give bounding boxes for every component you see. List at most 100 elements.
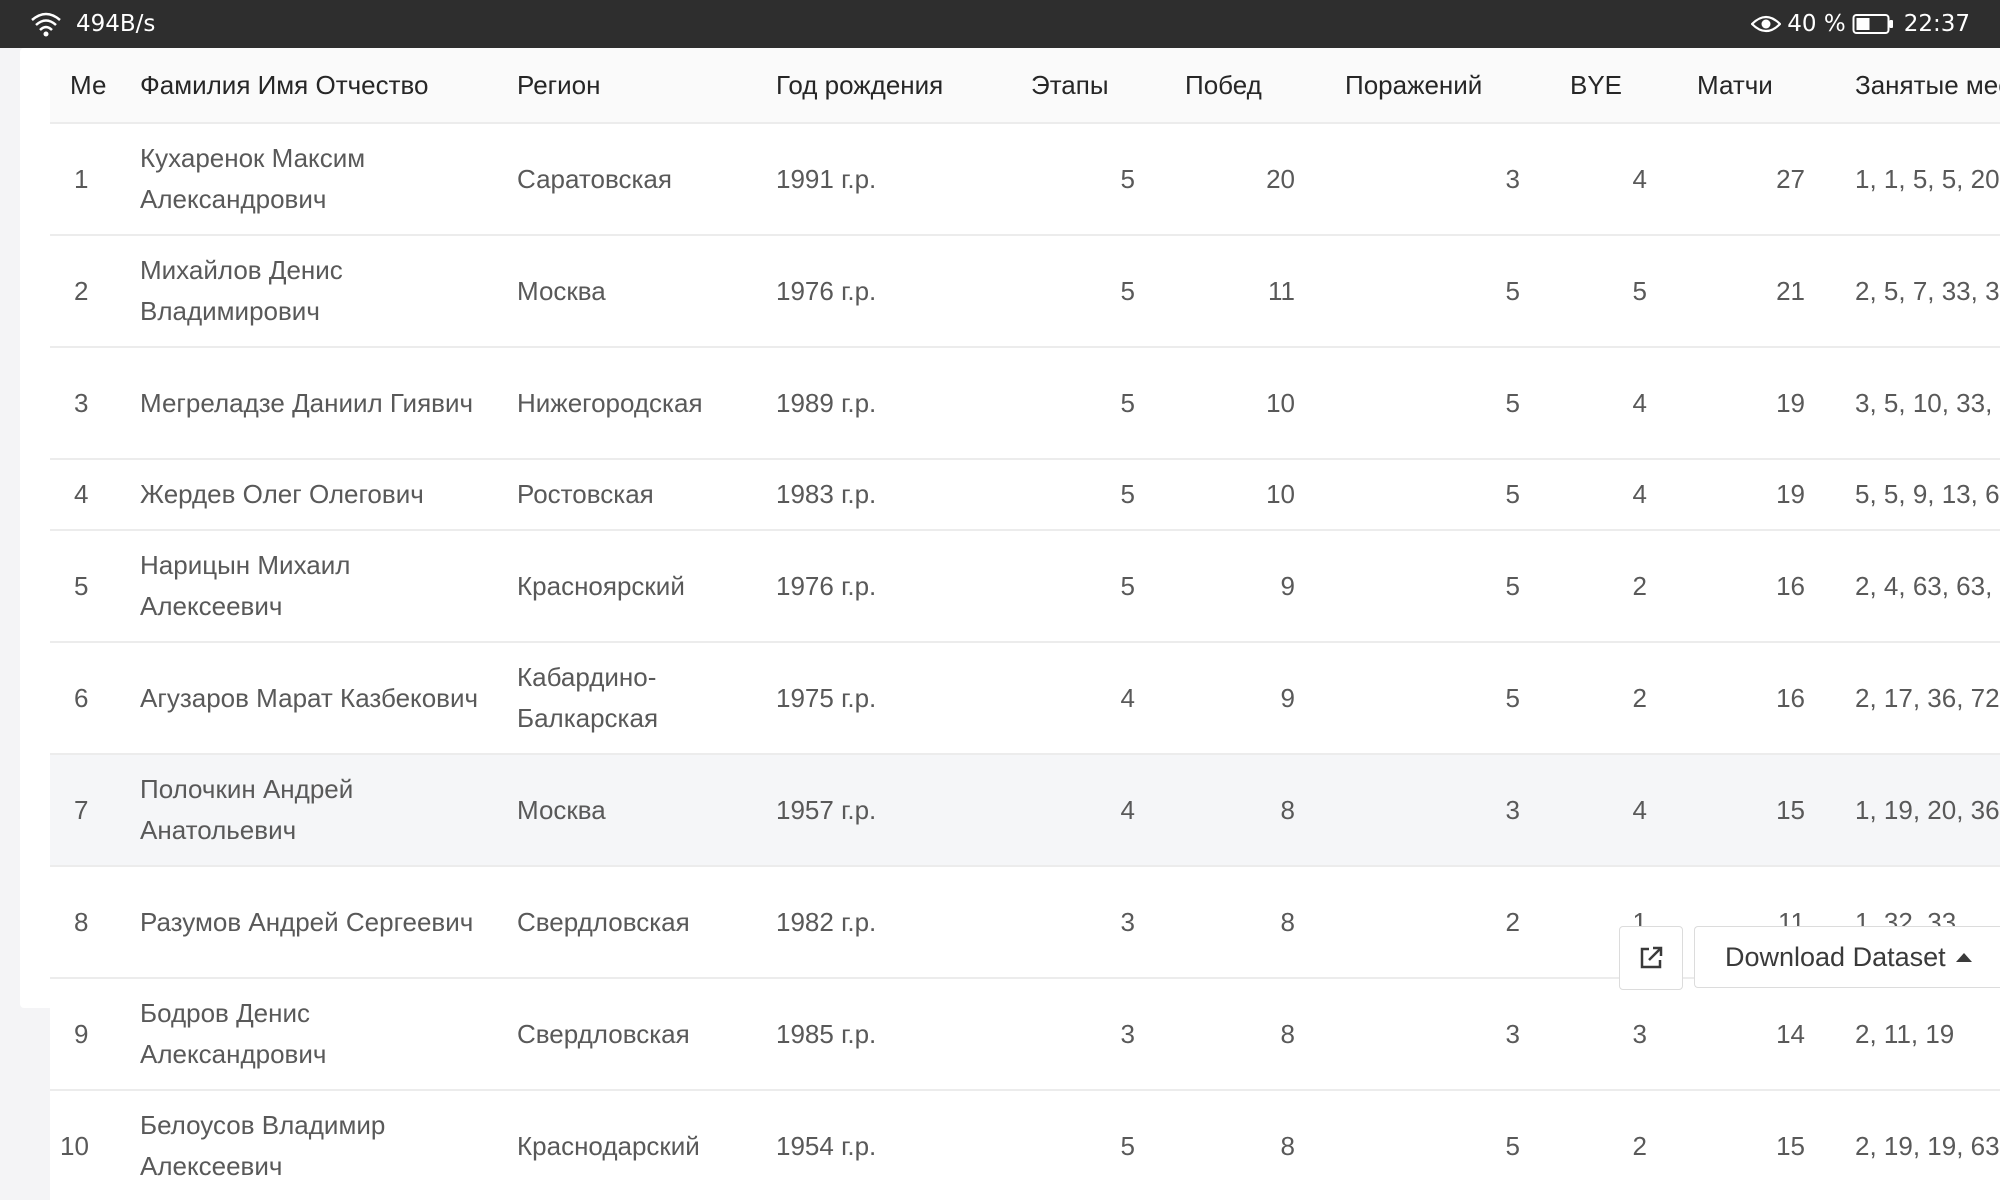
cell-birth-year: 1954 г.р. — [766, 1090, 1021, 1200]
cell-matches: 16 — [1687, 530, 1845, 643]
cell-bye: 5 — [1560, 235, 1687, 348]
table-row[interactable]: 1 Кухаренок Максим Александрович Саратов… — [50, 123, 2000, 236]
header-region[interactable]: Регион — [507, 48, 766, 124]
cell-bye: 2 — [1560, 1090, 1687, 1200]
table-row[interactable]: 4 Жердев Олег Олегович Ростовская 1983 г… — [50, 459, 2000, 531]
cell-birth-year: 1989 г.р. — [766, 347, 1021, 460]
cell-name: Разумов Андрей Сергеевич — [130, 866, 507, 979]
header-birth-year[interactable]: Год рождения — [766, 48, 1021, 124]
cell-name: Кухаренок Максим Александрович — [130, 123, 507, 236]
caret-up-icon — [1955, 952, 1972, 962]
battery-percent: 40 % — [1787, 11, 1846, 37]
cell-stages: 3 — [1021, 866, 1175, 979]
table-row[interactable]: 7 Полочкин Андрей Анатольевич Москва 195… — [50, 754, 2000, 867]
cell-region: Москва — [507, 235, 766, 348]
cell-region: Красноярский — [507, 530, 766, 643]
cell-matches: 14 — [1687, 978, 1845, 1091]
header-losses[interactable]: Поражений — [1335, 48, 1560, 124]
header-wins[interactable]: Побед — [1175, 48, 1335, 124]
cell-losses: 5 — [1335, 642, 1560, 755]
cell-place: 4 — [50, 459, 130, 531]
cell-birth-year: 1976 г.р. — [766, 530, 1021, 643]
cell-region: Ростовская — [507, 459, 766, 531]
cell-birth-year: 1983 г.р. — [766, 459, 1021, 531]
cell-name: Агузаров Марат Казбекович — [130, 642, 507, 755]
table-row[interactable]: 9 Бодров Денис Александрович Свердловска… — [50, 978, 2000, 1091]
header-place[interactable]: Ме — [50, 48, 130, 124]
cell-region: Москва — [507, 754, 766, 867]
cell-birth-year: 1957 г.р. — [766, 754, 1021, 867]
cell-matches: 16 — [1687, 642, 1845, 755]
cell-matches: 19 — [1687, 347, 1845, 460]
results-table: Ме Фамилия Имя Отчество Регион Год рожде… — [50, 48, 2000, 1200]
cell-places: 1, 19, 20, 36 — [1845, 754, 2000, 867]
header-name[interactable]: Фамилия Имя Отчество — [130, 48, 507, 124]
cell-losses: 5 — [1335, 459, 1560, 531]
cell-losses: 5 — [1335, 530, 1560, 643]
cell-places: 3, 5, 10, 33, 3 — [1845, 347, 2000, 460]
cell-wins: 10 — [1175, 459, 1335, 531]
table-header-row: Ме Фамилия Имя Отчество Регион Год рожде… — [50, 48, 2000, 124]
cell-wins: 9 — [1175, 530, 1335, 643]
cell-name: Полочкин Андрей Анатольевич — [130, 754, 507, 867]
cell-places: 2, 5, 7, 33, 34 — [1845, 235, 2000, 348]
cell-region: Саратовская — [507, 123, 766, 236]
cell-stages: 4 — [1021, 754, 1175, 867]
header-matches[interactable]: Матчи — [1687, 48, 1845, 124]
cell-losses: 3 — [1335, 978, 1560, 1091]
cell-stages: 3 — [1021, 978, 1175, 1091]
cell-losses: 5 — [1335, 1090, 1560, 1200]
header-bye[interactable]: BYE — [1560, 48, 1687, 124]
wifi-icon — [31, 12, 61, 37]
cell-name: Жердев Олег Олегович — [130, 459, 507, 531]
cell-place: 5 — [50, 530, 130, 643]
table-row[interactable]: 6 Агузаров Марат Казбекович Кабардино-Ба… — [50, 642, 2000, 755]
cell-matches: 21 — [1687, 235, 1845, 348]
open-external-button[interactable] — [1619, 926, 1683, 990]
cell-name: Белоусов Владимир Алексеевич — [130, 1090, 507, 1200]
clock: 22:37 — [1903, 11, 1970, 37]
status-bar: 494B/s 40 % 22:37 — [0, 0, 2000, 48]
cell-wins: 11 — [1175, 235, 1335, 348]
table-row[interactable]: 10 Белоусов Владимир Алексеевич Краснода… — [50, 1090, 2000, 1200]
cell-stages: 5 — [1021, 459, 1175, 531]
cell-matches: 15 — [1687, 754, 1845, 867]
results-table-container[interactable]: Ме Фамилия Имя Отчество Регион Год рожде… — [50, 48, 2000, 1200]
cell-wins: 10 — [1175, 347, 1335, 460]
cell-stages: 5 — [1021, 235, 1175, 348]
cell-wins: 20 — [1175, 123, 1335, 236]
cell-birth-year: 1982 г.р. — [766, 866, 1021, 979]
cell-wins: 9 — [1175, 642, 1335, 755]
cell-stages: 5 — [1021, 1090, 1175, 1200]
network-speed: 494B/s — [76, 11, 156, 37]
cell-matches: 15 — [1687, 1090, 1845, 1200]
cell-losses: 5 — [1335, 235, 1560, 348]
header-stages[interactable]: Этапы — [1021, 48, 1175, 124]
cell-name: Мегреладзе Даниил Гиявич — [130, 347, 507, 460]
download-dataset-label: Download Dataset — [1725, 941, 1946, 972]
cell-region: Свердловская — [507, 866, 766, 979]
cell-place: 3 — [50, 347, 130, 460]
cell-losses: 5 — [1335, 347, 1560, 460]
cell-place: 7 — [50, 754, 130, 867]
download-dataset-button[interactable]: Download Dataset — [1694, 926, 2000, 988]
cell-places: 2, 17, 36, 72 — [1845, 642, 2000, 755]
cell-wins: 8 — [1175, 1090, 1335, 1200]
header-places[interactable]: Занятые мес — [1845, 48, 2000, 124]
cell-place: 8 — [50, 866, 130, 979]
cell-name: Нарицын Михаил Алексеевич — [130, 530, 507, 643]
cell-place: 9 — [50, 978, 130, 1091]
cell-birth-year: 1976 г.р. — [766, 235, 1021, 348]
external-link-icon — [1640, 946, 1663, 969]
cell-places: 1, 1, 5, 5, 20 — [1845, 123, 2000, 236]
cell-bye: 3 — [1560, 978, 1687, 1091]
table-row[interactable]: 2 Михайлов Денис Владимирович Москва 197… — [50, 235, 2000, 348]
table-row[interactable]: 5 Нарицын Михаил Алексеевич Красноярский… — [50, 530, 2000, 643]
cell-losses: 3 — [1335, 123, 1560, 236]
cell-places: 2, 4, 63, 63, 6 — [1845, 530, 2000, 643]
cell-losses: 3 — [1335, 754, 1560, 867]
cell-bye: 2 — [1560, 530, 1687, 643]
cell-birth-year: 1985 г.р. — [766, 978, 1021, 1091]
table-row[interactable]: 3 Мегреладзе Даниил Гиявич Нижегородская… — [50, 347, 2000, 460]
cell-losses: 2 — [1335, 866, 1560, 979]
